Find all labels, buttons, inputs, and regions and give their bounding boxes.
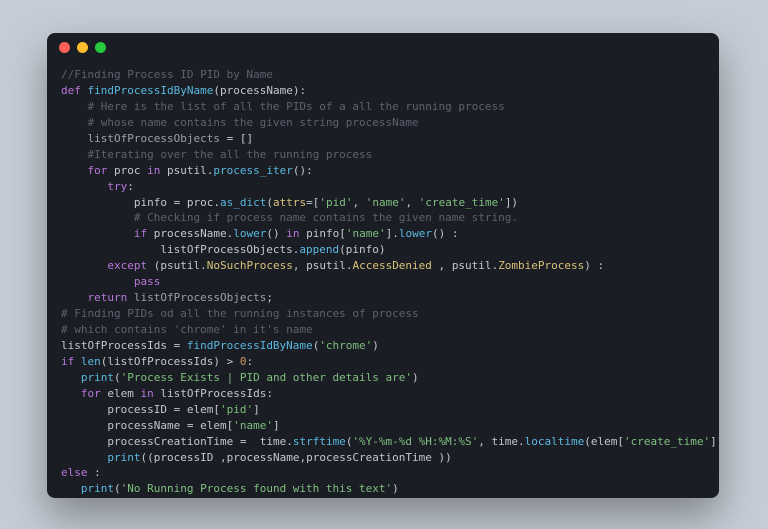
mod: time [260, 435, 287, 448]
var: processCreationTime [306, 451, 432, 464]
string: 'name' [233, 419, 273, 432]
keyword-if: if [134, 227, 147, 240]
var: processCreationTime [107, 435, 233, 448]
call: strftime [293, 435, 346, 448]
call: print [81, 371, 114, 384]
mod: time [492, 435, 519, 448]
var: pinfo [134, 196, 167, 209]
call: append [299, 243, 339, 256]
var: elem [200, 419, 227, 432]
var: pinfo [306, 227, 339, 240]
string: 'pid' [220, 403, 253, 416]
func-name: findProcessIdByName [88, 84, 214, 97]
call: as_dict [220, 196, 266, 209]
comment: # Checking if process name contains the … [134, 211, 518, 224]
comment: //Finding Process ID PID by Name [61, 68, 273, 81]
string: 'Process Exists | PID and other details … [121, 371, 412, 384]
var: elem [187, 403, 214, 416]
keyword-for: for [81, 387, 101, 400]
call: lower [233, 227, 266, 240]
comment: # Finding PIDs od all the running instan… [61, 307, 419, 320]
var: elem [591, 435, 618, 448]
keyword-in: in [141, 387, 154, 400]
call: print [81, 482, 114, 495]
call: lower [399, 227, 432, 240]
mod: psutil [452, 259, 492, 272]
call: print [107, 451, 140, 464]
var: listOfProcessIds [61, 339, 167, 352]
string: 'create_time' [624, 435, 710, 448]
titlebar [47, 33, 719, 61]
keyword-in: in [286, 227, 299, 240]
keyword-return: return [88, 291, 128, 304]
string: 'create_time' [419, 196, 505, 209]
var: proc [114, 164, 141, 177]
var: processName [107, 419, 180, 432]
string: '%Y-%m-%d %H:%M:%S' [352, 435, 478, 448]
var: processID [107, 403, 167, 416]
var: listOfProcessObjects [134, 291, 266, 304]
keyword-def: def [61, 84, 81, 97]
string: 'pid' [319, 196, 352, 209]
var: processID [154, 451, 214, 464]
call: localtime [525, 435, 585, 448]
string: 'name' [366, 196, 406, 209]
var: pinfo [346, 243, 379, 256]
comment: #Iterating over the all the running proc… [88, 148, 373, 161]
var: proc [187, 196, 214, 209]
param: processName [220, 84, 293, 97]
mod: psutil [167, 164, 207, 177]
op: = [] [220, 132, 253, 145]
keyword-in: in [147, 164, 160, 177]
code-block: //Finding Process ID PID by Name def fin… [47, 61, 719, 498]
var: processName [227, 451, 300, 464]
kwarg: attrs [273, 196, 306, 209]
var: listOfProcessObjects [88, 132, 220, 145]
exc: AccessDenied [352, 259, 431, 272]
keyword-else: else [61, 466, 88, 479]
var: listOfProcessObjects [160, 243, 292, 256]
comment: # whose name contains the given string p… [88, 116, 419, 129]
exc: NoSuchProcess [207, 259, 293, 272]
var: listOfProcessIds [160, 387, 266, 400]
number: 0 [240, 355, 247, 368]
call: findProcessIdByName [187, 339, 313, 352]
comment: # which contains 'chrome' in it's name [61, 323, 313, 336]
string: 'name' [346, 227, 386, 240]
code-window: //Finding Process ID PID by Name def fin… [47, 33, 719, 498]
var: elem [107, 387, 134, 400]
keyword-except: except [107, 259, 147, 272]
string: 'chrome' [319, 339, 372, 352]
string: 'No Running Process found with this text… [121, 482, 393, 495]
keyword-if: if [61, 355, 74, 368]
keyword-pass: pass [134, 275, 161, 288]
mod: psutil [306, 259, 346, 272]
zoom-icon[interactable] [95, 42, 106, 53]
exc: ZombieProcess [498, 259, 584, 272]
close-icon[interactable] [59, 42, 70, 53]
var: processName [154, 227, 227, 240]
mod: psutil [160, 259, 200, 272]
keyword-try: try [107, 180, 127, 193]
keyword-for: for [88, 164, 108, 177]
call: len [81, 355, 101, 368]
call: process_iter [213, 164, 292, 177]
var: listOfProcessIds [107, 355, 213, 368]
comment: # Here is the list of all the PIDs of a … [88, 100, 505, 113]
minimize-icon[interactable] [77, 42, 88, 53]
